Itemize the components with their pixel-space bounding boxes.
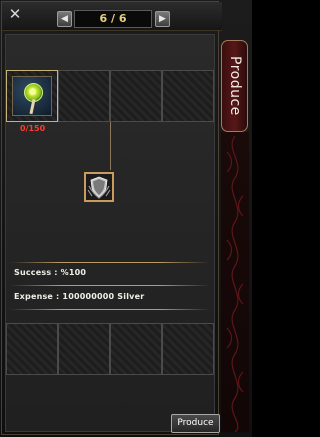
- produce-window: ✕ ◀ 6 / 6 ▶ Produce 0/150 Success: %100…: [0, 0, 252, 437]
- material-slots: [6, 70, 214, 122]
- expense-cost: Expense : 100000000 Silver: [14, 292, 145, 301]
- close-button[interactable]: ✕: [7, 6, 23, 22]
- top-bar: ✕ ◀ 6 / 6 ▶: [2, 2, 222, 31]
- success-rate: Success : %100: [14, 268, 87, 277]
- extra-slot-1[interactable]: [6, 323, 58, 375]
- material-slot-2[interactable]: [58, 70, 110, 122]
- result-slot[interactable]: [84, 172, 114, 202]
- material-slot-4[interactable]: [162, 70, 214, 122]
- extra-slot-3[interactable]: [110, 323, 162, 375]
- extra-slot-2[interactable]: [58, 323, 110, 375]
- material-slot-3[interactable]: [110, 70, 162, 122]
- produce-button[interactable]: Produce: [171, 414, 220, 433]
- ornament-pattern: [226, 135, 244, 432]
- connector-line: [110, 122, 111, 170]
- lollipop-icon: [12, 76, 52, 116]
- material-quantity: 0/150: [20, 124, 46, 133]
- extra-slots: [6, 323, 214, 375]
- info-divider-top: [10, 262, 210, 263]
- material-slot-1[interactable]: [6, 70, 58, 122]
- tab-produce-label: Produce: [227, 56, 243, 116]
- tab-produce[interactable]: Produce: [221, 40, 248, 132]
- shield-emblem-icon: [86, 174, 112, 200]
- extra-slot-4[interactable]: [162, 323, 214, 375]
- info-divider-middle: [10, 285, 210, 286]
- info-divider-bottom: [10, 309, 210, 310]
- side-ornament: [221, 132, 249, 432]
- prev-page-button[interactable]: ◀: [57, 11, 72, 27]
- page-indicator: 6 / 6: [74, 10, 152, 28]
- next-page-button[interactable]: ▶: [155, 11, 170, 27]
